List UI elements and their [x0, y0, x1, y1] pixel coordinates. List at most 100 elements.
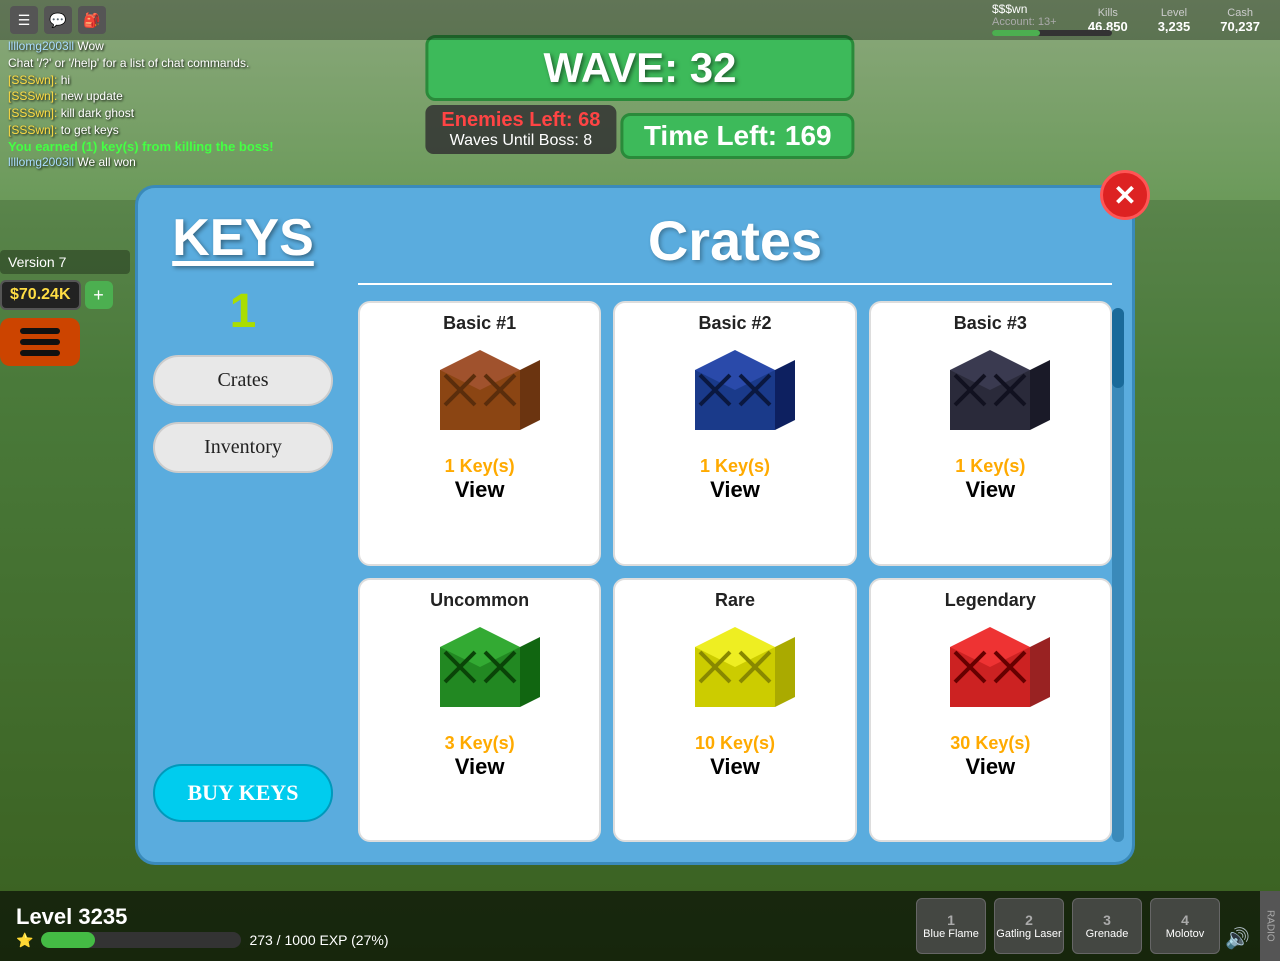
crate-basic3-image — [930, 340, 1050, 450]
crate-basic1-name: Basic #1 — [443, 313, 516, 334]
wave-info: WAVE: 32 Enemies Left: 68 Waves Until Bo… — [425, 35, 854, 159]
crate-basic2-view[interactable]: View — [710, 477, 760, 503]
menu-icon[interactable]: ☰ — [10, 6, 38, 34]
crates-nav-button[interactable]: Crates — [153, 355, 333, 406]
account-progress-fill — [992, 30, 1040, 36]
hamburger-line-1 — [20, 328, 60, 334]
crate-uncommon-view[interactable]: View — [455, 754, 505, 780]
chat-msg-2: [SSSwn]: new update — [8, 88, 332, 105]
account-subtitle: Account: 13+ — [992, 16, 1112, 28]
enemies-left: Enemies Left: 68 — [441, 109, 600, 132]
crate-uncommon-image — [420, 617, 540, 727]
slot-3-name: Grenade — [1086, 928, 1129, 940]
crate-legendary-image — [930, 617, 1050, 727]
crate-basic2-keys: 1 Key(s) — [700, 456, 770, 477]
crates-modal: ✕ KEYS 1 Crates Inventory BUY KEYS Crate… — [135, 185, 1135, 865]
money-add-button[interactable]: + — [85, 281, 113, 309]
slot-4-name: Molotov — [1166, 928, 1205, 940]
scroll-bar[interactable] — [1112, 308, 1124, 842]
keys-title: KEYS — [172, 208, 314, 268]
crate-rare-keys: 10 Key(s) — [695, 733, 775, 754]
crate-basic3-name: Basic #3 — [954, 313, 1027, 334]
chat-message-1: llllomg2003ll Wow — [8, 38, 332, 55]
crate-basic1-image — [420, 340, 540, 450]
hamburger-button[interactable] — [0, 318, 80, 366]
buy-keys-button[interactable]: BUY KEYS — [153, 764, 333, 822]
crate-uncommon-name: Uncommon — [430, 590, 529, 611]
chat-msg-5: llllomg2003ll We all won — [8, 154, 332, 171]
chat-icon[interactable]: 💬 — [44, 6, 72, 34]
crates-panel-title: Crates — [358, 208, 1112, 273]
weapon-slot-2[interactable]: 2 Gatling Laser — [994, 898, 1064, 954]
bottom-hud: Level 3235 ⭐ 273 / 1000 EXP (27%) 1 Blue… — [0, 891, 1280, 961]
version-badge: Version 7 — [0, 250, 130, 274]
left-sidebar: Version 7 $70.24K + — [0, 250, 130, 376]
crate-rare-view[interactable]: View — [710, 754, 760, 780]
crate-rare-name: Rare — [715, 590, 755, 611]
chat-area: llllomg2003ll Wow Chat '/?' or '/help' f… — [0, 30, 340, 179]
cash-value: 70,237 — [1220, 19, 1260, 34]
hamburger-line-2 — [20, 339, 60, 345]
crate-rare-image — [675, 617, 795, 727]
level-info: Level 3235 ⭐ 273 / 1000 EXP (27%) — [0, 896, 405, 957]
keys-count: 1 — [230, 284, 257, 339]
exp-bar-container: ⭐ 273 / 1000 EXP (27%) — [16, 932, 389, 949]
slot-1-number: 1 — [947, 912, 955, 928]
exp-bar — [41, 932, 241, 948]
level-stat: Level 3,235 — [1158, 7, 1191, 34]
account-progress-bar — [992, 30, 1112, 36]
weapon-slot-3[interactable]: 3 Grenade — [1072, 898, 1142, 954]
modal-right-panel: Crates Basic #1 1 Key(s) View — [348, 188, 1132, 862]
level-display: Level 3235 — [16, 904, 389, 930]
crate-uncommon[interactable]: Uncommon 3 Key(s) View — [358, 578, 601, 843]
slot-1-name: Blue Flame — [923, 928, 979, 940]
crate-basic1[interactable]: Basic #1 1 Key(s) View — [358, 301, 601, 566]
crate-rare[interactable]: Rare 10 Key(s) View — [613, 578, 856, 843]
slot-2-number: 2 — [1025, 912, 1033, 928]
exp-text: 273 / 1000 EXP (27%) — [249, 932, 388, 948]
chat-msg-4: [SSSwn]: to get keys — [8, 122, 332, 139]
weapon-slot-1[interactable]: 1 Blue Flame — [916, 898, 986, 954]
account-name: $$$wn — [992, 2, 1112, 16]
scroll-thumb — [1112, 308, 1124, 388]
radio-button[interactable]: RADIO — [1260, 891, 1280, 961]
volume-button[interactable]: 🔊 — [1225, 926, 1250, 951]
cash-stat: Cash 70,237 — [1220, 7, 1260, 34]
chat-msg-3: [SSSwn]: kill dark ghost — [8, 105, 332, 122]
inventory-nav-button[interactable]: Inventory — [153, 422, 333, 473]
crate-legendary[interactable]: Legendary 30 Key(s) View — [869, 578, 1112, 843]
waves-boss: Waves Until Boss: 8 — [441, 132, 600, 150]
slot-4-number: 4 — [1181, 912, 1189, 928]
wave-title: WAVE: 32 — [425, 35, 854, 101]
money-bar: $70.24K + — [0, 280, 130, 310]
crate-basic2[interactable]: Basic #2 1 Key(s) View — [613, 301, 856, 566]
exp-fill — [41, 932, 95, 948]
money-display: $70.24K — [0, 280, 81, 310]
chat-msg-1: [SSSwn]: hi — [8, 72, 332, 89]
level-value: 3,235 — [1158, 19, 1191, 34]
slot-2-name: Gatling Laser — [996, 928, 1061, 940]
crate-basic1-view[interactable]: View — [455, 477, 505, 503]
crate-legendary-keys: 30 Key(s) — [950, 733, 1030, 754]
exp-icon: ⭐ — [16, 932, 33, 949]
modal-left-panel: KEYS 1 Crates Inventory BUY KEYS — [138, 188, 348, 862]
weapon-slots: 1 Blue Flame 2 Gatling Laser 3 Grenade 4… — [916, 898, 1220, 954]
chat-hint: Chat '/?' or '/help' for a list of chat … — [8, 55, 332, 72]
crate-basic2-image — [675, 340, 795, 450]
inventory-icon[interactable]: 🎒 — [78, 6, 106, 34]
weapon-slot-4[interactable]: 4 Molotov — [1150, 898, 1220, 954]
crate-uncommon-keys: 3 Key(s) — [445, 733, 515, 754]
wave-enemies-panel: Enemies Left: 68 Waves Until Boss: 8 — [425, 105, 616, 154]
chat-earned: You earned (1) key(s) from killing the b… — [8, 139, 332, 154]
time-left: Time Left: 169 — [621, 113, 855, 159]
hud-icons: ☰ 💬 🎒 — [0, 6, 116, 34]
crate-basic3[interactable]: Basic #3 1 Key(s) View — [869, 301, 1112, 566]
crate-basic2-name: Basic #2 — [698, 313, 771, 334]
crate-basic3-view[interactable]: View — [965, 477, 1015, 503]
top-hud: ☰ 💬 🎒 $$$wn Account: 13+ Kills 46,850 Le… — [0, 0, 1280, 40]
crates-grid: Basic #1 1 Key(s) View Basic #2 — [358, 301, 1112, 842]
crate-legendary-view[interactable]: View — [965, 754, 1015, 780]
close-button[interactable]: ✕ — [1100, 170, 1150, 220]
crates-divider — [358, 283, 1112, 285]
hamburger-line-3 — [20, 350, 60, 356]
